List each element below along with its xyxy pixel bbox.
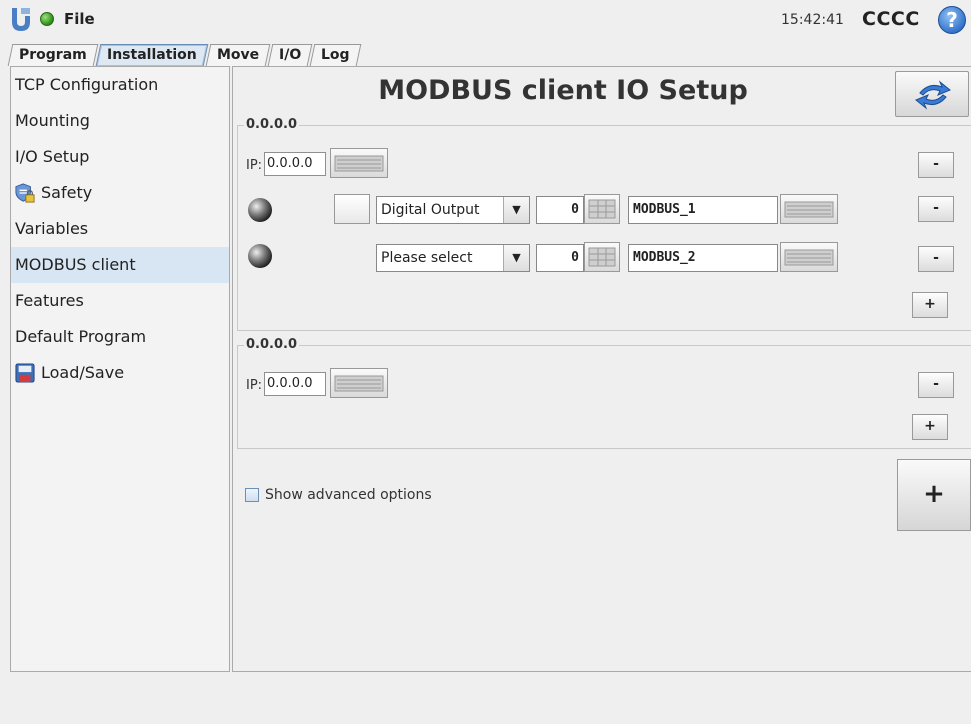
sidebar-item-label: Features <box>15 291 84 310</box>
main-tabs: Program Installation Move I/O Log <box>7 44 361 66</box>
modbus-setup-panel: MODBUS client IO Setup 0.0.0.0 IP: 0.0.0… <box>232 66 971 672</box>
remove-signal-button[interactable]: - <box>918 196 954 222</box>
installation-sidebar: TCP Configuration Mounting I/O Setup Saf… <box>10 66 230 672</box>
sidebar-item-variables[interactable]: Variables <box>11 211 229 247</box>
signal-type-select[interactable]: Please select ▼ <box>376 244 530 272</box>
remove-unit-button[interactable]: - <box>918 372 954 398</box>
file-menu[interactable]: File <box>64 10 95 28</box>
shield-lock-icon <box>15 183 35 203</box>
chevron-down-icon: ▼ <box>503 245 529 271</box>
sidebar-item-mounting[interactable]: Mounting <box>11 103 229 139</box>
tab-io[interactable]: I/O <box>267 44 313 66</box>
page-title: MODBUS client IO Setup <box>378 75 748 106</box>
tab-move[interactable]: Move <box>205 44 271 66</box>
add-unit-button[interactable]: + <box>897 459 971 531</box>
keyboard-icon <box>784 201 834 218</box>
tab-program[interactable]: Program <box>7 44 99 66</box>
sidebar-item-label: Variables <box>15 219 89 238</box>
sidebar-item-features[interactable]: Features <box>11 283 229 319</box>
sidebar-item-label: Safety <box>41 183 93 202</box>
numpad-icon <box>588 199 616 219</box>
signal-name-input[interactable]: MODBUS_2 <box>628 244 778 272</box>
signal-address-input[interactable]: 0 <box>536 244 584 272</box>
clock: 15:42:41 <box>781 12 844 28</box>
signal-name-input[interactable]: MODBUS_1 <box>628 196 778 224</box>
keyboard-button[interactable] <box>330 148 388 178</box>
sidebar-item-tcp-configuration[interactable]: TCP Configuration <box>11 67 229 103</box>
keyboard-icon <box>334 155 384 172</box>
sidebar-item-safety[interactable]: Safety <box>11 175 229 211</box>
modbus-unit-group: 0.0.0.0 IP: 0.0.0.0 - Digital Output ▼ 0 … <box>237 117 971 331</box>
signal-status-led-icon <box>248 198 272 222</box>
advanced-options-label: Show advanced options <box>265 487 432 503</box>
keyboard-button[interactable] <box>780 242 838 272</box>
help-icon[interactable]: ? <box>938 6 966 34</box>
add-signal-button[interactable]: + <box>912 292 948 318</box>
remove-signal-button[interactable]: - <box>918 246 954 272</box>
modbus-unit-group: 0.0.0.0 IP: 0.0.0.0 - + <box>237 337 971 449</box>
robot-status-icon <box>40 12 54 26</box>
chevron-down-icon: ▼ <box>503 197 529 223</box>
keyboard-button[interactable] <box>780 194 838 224</box>
advanced-options-checkbox[interactable] <box>245 488 259 502</box>
sidebar-item-label: Default Program <box>15 327 147 346</box>
advanced-options-toggle[interactable]: Show advanced options <box>245 487 432 503</box>
numpad-icon <box>588 247 616 267</box>
keyboard-icon <box>784 249 834 266</box>
sidebar-item-label: Load/Save <box>41 363 125 382</box>
floppy-disk-icon <box>15 363 35 383</box>
sidebar-item-label: I/O Setup <box>15 147 90 166</box>
group-label: 0.0.0.0 <box>244 117 299 132</box>
keyboard-button[interactable] <box>330 368 388 398</box>
sidebar-item-label: MODBUS client <box>15 255 136 274</box>
ip-input[interactable]: 0.0.0.0 <box>264 372 326 396</box>
top-bar: File 15:42:41 CCCC ? <box>0 0 971 42</box>
sidebar-item-label: Mounting <box>15 111 90 130</box>
ip-label: IP: <box>246 378 263 393</box>
tab-log[interactable]: Log <box>309 44 361 66</box>
remove-unit-button[interactable]: - <box>918 152 954 178</box>
ip-input[interactable]: 0.0.0.0 <box>264 152 326 176</box>
signal-value-toggle[interactable] <box>334 194 370 224</box>
robot-name: CCCC <box>862 8 920 30</box>
refresh-icon <box>915 80 951 110</box>
tab-installation[interactable]: Installation <box>95 44 208 66</box>
signal-type-select[interactable]: Digital Output ▼ <box>376 196 530 224</box>
sidebar-item-load-save[interactable]: Load/Save <box>11 355 229 391</box>
numpad-button[interactable] <box>584 194 620 224</box>
sidebar-item-modbus-client[interactable]: MODBUS client <box>11 247 229 283</box>
group-label: 0.0.0.0 <box>244 337 299 352</box>
add-signal-button[interactable]: + <box>912 414 948 440</box>
refresh-button[interactable] <box>895 71 969 117</box>
signal-address-input[interactable]: 0 <box>536 196 584 224</box>
signal-status-led-icon <box>248 244 272 268</box>
sidebar-item-io-setup[interactable]: I/O Setup <box>11 139 229 175</box>
keyboard-icon <box>334 375 384 392</box>
sidebar-item-default-program[interactable]: Default Program <box>11 319 229 355</box>
ur-logo-icon <box>12 8 30 31</box>
ip-label: IP: <box>246 158 263 173</box>
numpad-button[interactable] <box>584 242 620 272</box>
sidebar-item-label: TCP Configuration <box>15 75 159 94</box>
